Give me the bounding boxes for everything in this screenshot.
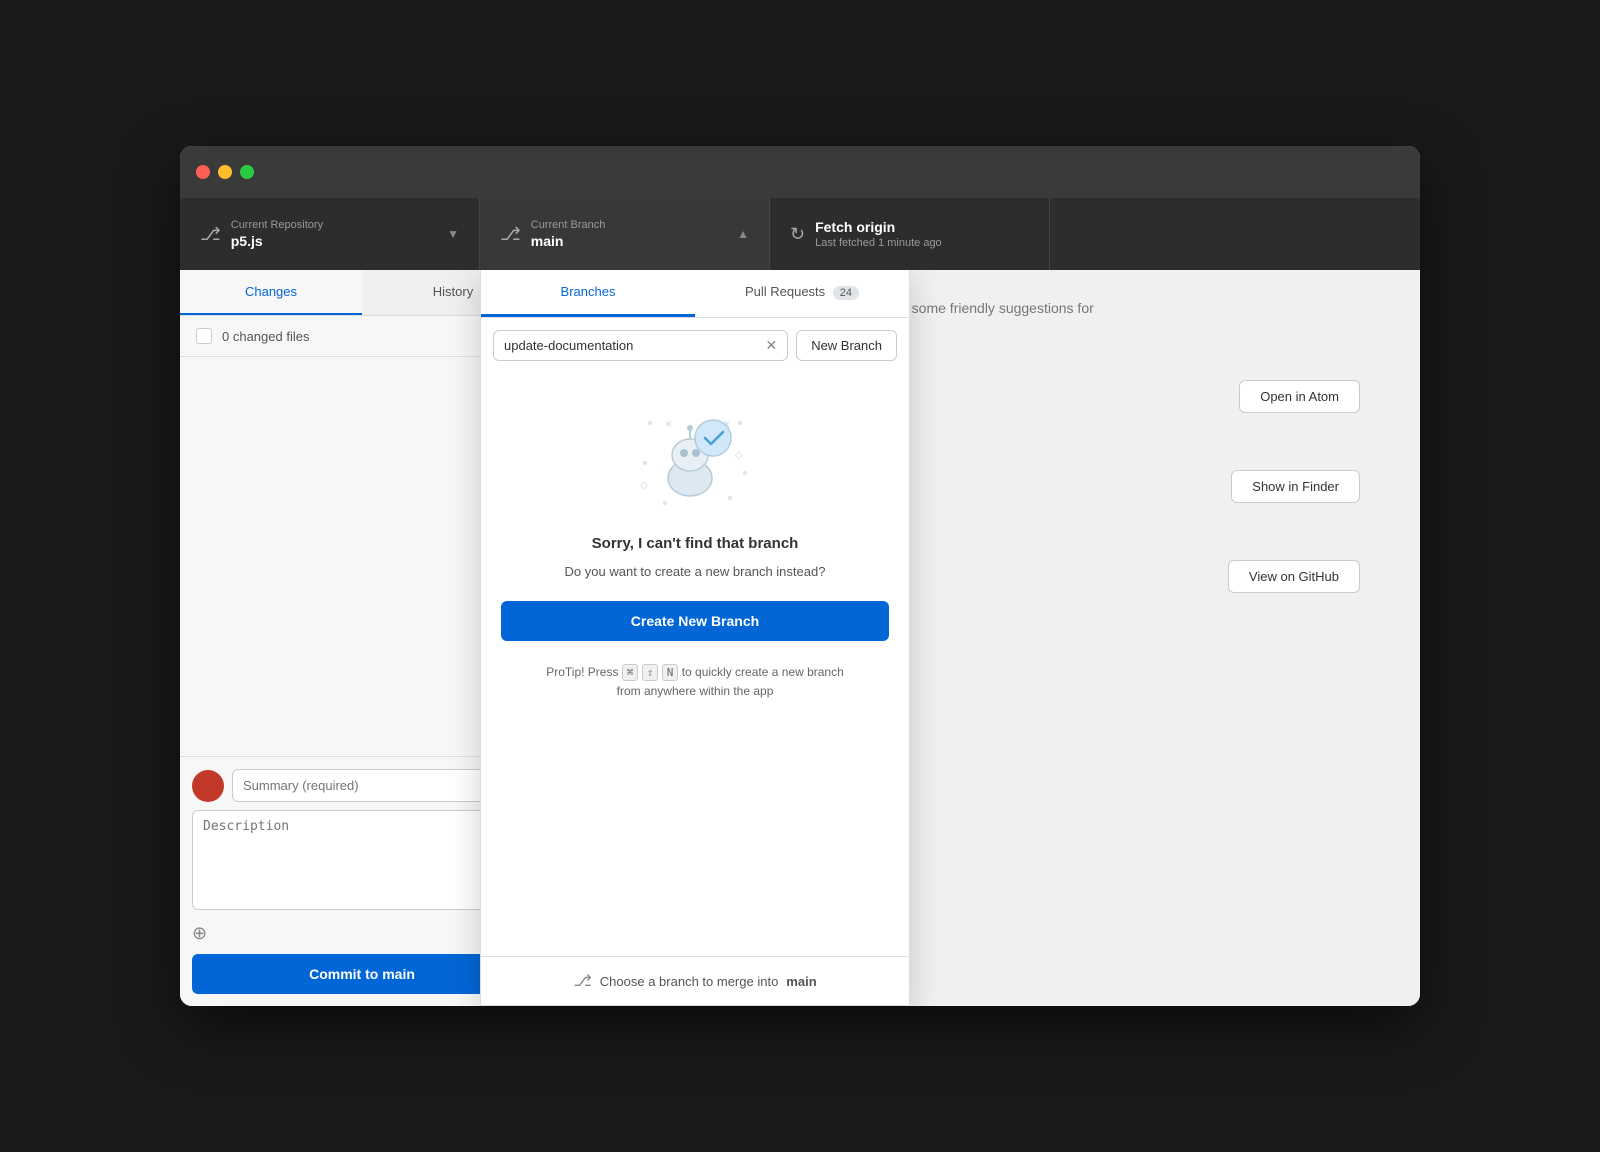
branch-search-input[interactable] — [504, 338, 759, 353]
new-branch-button[interactable]: New Branch — [796, 330, 897, 361]
show-in-finder-button[interactable]: Show in Finder — [1231, 470, 1360, 503]
main-content: Changes History 0 changed files ⊕ — [180, 270, 1420, 1006]
svg-text:◇: ◇ — [735, 450, 743, 461]
current-repo-button[interactable]: ⎇ Current Repository p5.js ▼ — [180, 198, 480, 270]
merge-icon: ⎇ — [573, 971, 591, 991]
close-button[interactable] — [196, 165, 210, 179]
repo-name: p5.js — [231, 233, 323, 249]
dropdown-tabs: Branches Pull Requests 24 — [481, 270, 909, 318]
merge-branch-bar[interactable]: ⎇ Choose a branch to merge into main — [481, 956, 909, 1005]
toolbar: ⎇ Current Repository p5.js ▼ ⎇ Current B… — [180, 198, 1420, 270]
tab-changes[interactable]: Changes — [180, 270, 362, 315]
dropdown-tab-branches[interactable]: Branches — [481, 270, 695, 317]
search-row: ✕ New Branch — [481, 318, 909, 373]
changed-files-count: 0 changed files — [222, 329, 309, 344]
empty-state-title: Sorry, I can't find that branch — [592, 535, 799, 552]
branch-label: Current Branch — [531, 219, 606, 231]
add-coauthor-icon[interactable]: ⊕ — [192, 923, 207, 944]
empty-state-subtitle: Do you want to create a new branch inste… — [565, 564, 826, 579]
minimize-button[interactable] — [218, 165, 232, 179]
fetch-icon: ↻ — [790, 224, 805, 245]
dropdown-tab-pull-requests[interactable]: Pull Requests 24 — [695, 270, 909, 317]
maximize-button[interactable] — [240, 165, 254, 179]
repo-label: Current Repository — [231, 219, 323, 231]
titlebar — [180, 146, 1420, 198]
fetch-sublabel: Last fetched 1 minute ago — [815, 237, 942, 249]
branch-name: main — [531, 233, 606, 249]
svg-text:×: × — [665, 417, 672, 431]
avatar — [192, 770, 224, 802]
view-on-github-button[interactable]: View on GitHub — [1228, 560, 1360, 593]
current-branch-button[interactable]: ⎇ Current Branch main ▲ — [480, 198, 770, 270]
branch-dropdown: Branches Pull Requests 24 ✕ New Branch — [480, 270, 910, 1006]
select-all-checkbox[interactable] — [196, 328, 212, 344]
repo-chevron-icon: ▼ — [447, 227, 459, 241]
not-found-illustration: × × ◇ ◇ — [635, 403, 755, 523]
create-new-branch-button[interactable]: Create New Branch — [501, 601, 889, 641]
fetch-origin-button[interactable]: ↻ Fetch origin Last fetched 1 minute ago — [770, 198, 1050, 270]
fetch-label: Fetch origin — [815, 219, 942, 235]
protip-text: ProTip! Press ⌘ ⇧ N to quickly create a … — [546, 663, 844, 701]
empty-state: × × ◇ ◇ — [481, 373, 909, 721]
branch-chevron-icon: ▲ — [737, 227, 749, 241]
branch-icon: ⎇ — [500, 224, 521, 245]
pr-badge: 24 — [833, 286, 859, 300]
repo-icon: ⎇ — [200, 224, 221, 245]
svg-text:◇: ◇ — [640, 480, 648, 491]
open-in-atom-button[interactable]: Open in Atom — [1239, 380, 1360, 413]
search-clear-icon[interactable]: ✕ — [765, 337, 777, 354]
search-box: ✕ — [493, 330, 788, 361]
traffic-lights — [196, 165, 254, 179]
